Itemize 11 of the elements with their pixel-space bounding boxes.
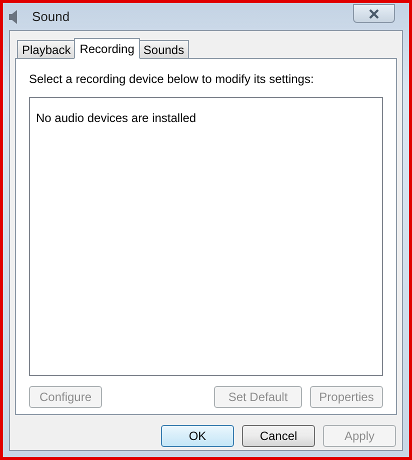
speaker-icon — [8, 10, 18, 24]
button[interactable]: Cancel — [242, 425, 315, 447]
tab[interactable]: Playback — [17, 40, 76, 58]
button[interactable]: OK — [161, 425, 234, 447]
close-icon — [368, 8, 380, 18]
window-title: Sound — [32, 8, 70, 26]
empty-message: No audio devices are installed — [36, 111, 196, 125]
tab[interactable]: Recording — [74, 38, 140, 59]
tab[interactable]: Sounds — [138, 40, 190, 58]
close-button[interactable] — [353, 4, 395, 23]
instruction-text: Select a recording device below to modify its settings: — [29, 71, 315, 88]
